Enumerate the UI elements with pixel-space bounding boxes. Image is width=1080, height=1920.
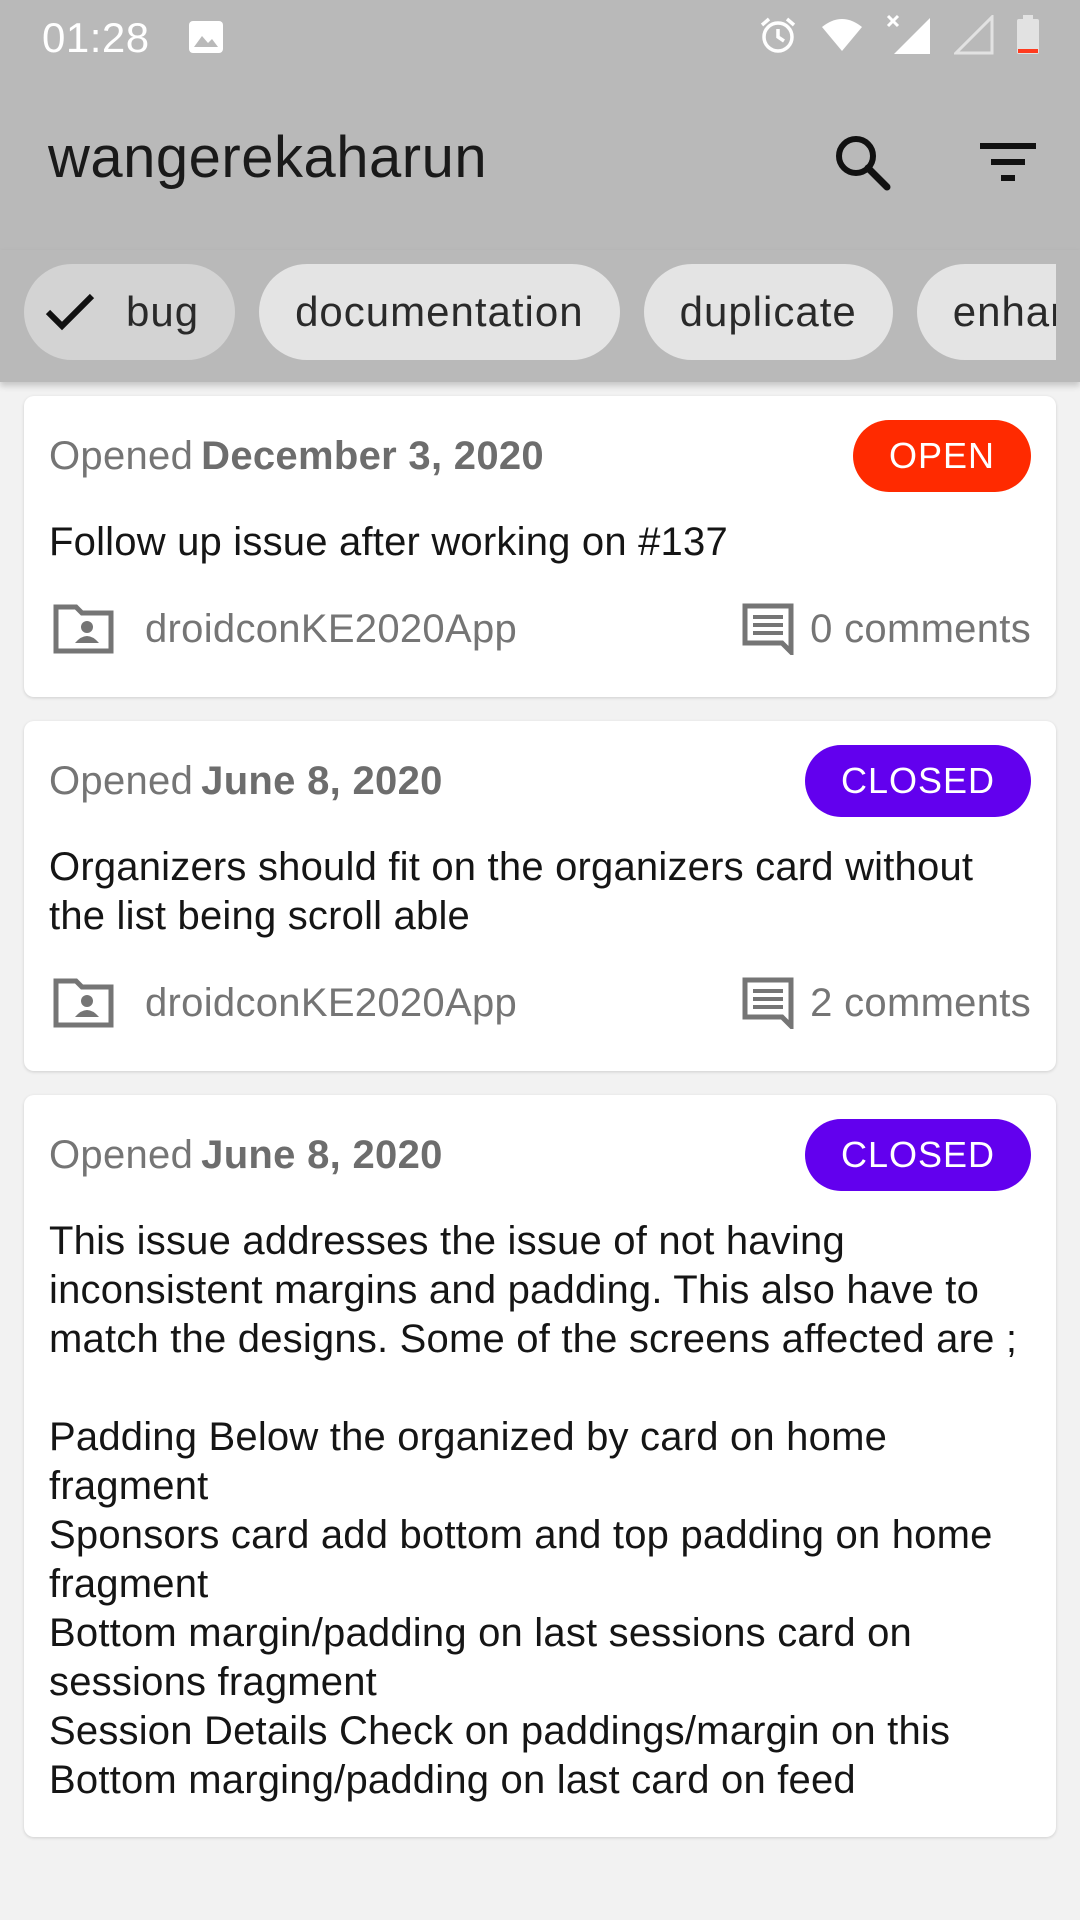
chip-label: documentation (295, 288, 584, 335)
wifi-icon (820, 17, 864, 53)
chip-label: duplicate (679, 288, 857, 335)
opened-date: Opened June 8, 2020 (49, 1132, 443, 1177)
chips-row: bug documentation duplicate enhancement (24, 264, 1056, 360)
image-icon (188, 20, 224, 54)
status-badge: CLOSED (804, 745, 1031, 817)
chip-bug[interactable]: bug (24, 264, 236, 360)
issue-title: Follow up issue after working on #137 (49, 520, 728, 564)
repo-label: droidconKE2020App (49, 977, 517, 1029)
check-icon (44, 292, 96, 332)
chip-label: bug (126, 288, 200, 335)
chip-duplicate[interactable]: duplicate (643, 264, 893, 360)
folder-shared-icon (53, 604, 114, 654)
filter-icon (980, 143, 1036, 181)
signal-icon (954, 15, 994, 55)
comment-icon (742, 977, 794, 1029)
search-icon (836, 136, 891, 191)
signal-no-data-icon (886, 14, 932, 56)
opened-date: Opened December 3, 2020 (49, 433, 544, 478)
chip-documentation[interactable]: documentation (259, 264, 620, 360)
chip-enhancement[interactable]: enhancement (916, 264, 1056, 360)
status-bar: 01:28 (0, 0, 1080, 76)
alarm-icon (758, 15, 798, 55)
app-bar: wangerekaharun (0, 76, 1080, 250)
label-filter-chips: bug documentation duplicate enhancement (0, 250, 1080, 382)
repo-label: droidconKE2020App (49, 603, 517, 655)
comment-icon (742, 603, 794, 655)
page-title: wangerekaharun (48, 125, 488, 190)
comment-count: 0 comments (742, 603, 1031, 655)
chip-label: enhancement (952, 288, 1056, 335)
comment-count: 2 comments (742, 977, 1031, 1029)
issue-title: Organizers should fit on the organizers … (49, 845, 974, 938)
issue-card[interactable]: Opened June 8, 2020 CLOSED This issue add… (24, 1095, 1056, 1837)
folder-shared-icon (53, 978, 114, 1028)
search-button[interactable] (822, 122, 902, 202)
battery-low-icon (1016, 15, 1040, 55)
status-time: 01:28 (42, 14, 150, 61)
status-badge: OPEN (852, 420, 1031, 492)
status-badge: CLOSED (804, 1119, 1031, 1191)
issue-title: This issue addresses the issue of not ha… (49, 1219, 1018, 1802)
status-icons (758, 14, 1040, 56)
issue-card[interactable]: Opened December 3, 2020 OPEN Follow up is… (24, 396, 1056, 697)
issue-list: Opened December 3, 2020 OPEN Follow up is… (24, 396, 1056, 1861)
opened-date: Opened June 8, 2020 (49, 758, 443, 803)
issue-card[interactable]: Opened June 8, 2020 CLOSED Organizers sho… (24, 721, 1056, 1071)
filter-button[interactable] (968, 122, 1048, 202)
